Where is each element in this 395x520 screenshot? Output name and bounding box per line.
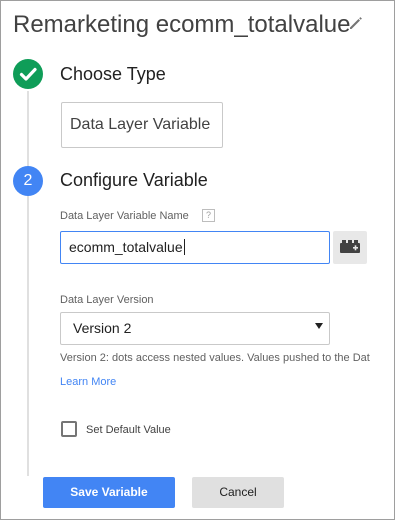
text-caret	[183, 239, 185, 255]
save-variable-button[interactable]: Save Variable	[43, 477, 175, 508]
variable-name-label: Data Layer Variable Name	[60, 210, 189, 222]
variable-editor-panel: Remarketing ecomm_totalvalue Choose Type…	[0, 0, 395, 520]
step1-title[interactable]: Choose Type	[60, 64, 166, 85]
default-value-label[interactable]: Set Default Value	[86, 424, 171, 436]
step2-number-badge: 2	[13, 166, 43, 196]
learn-more-link[interactable]: Learn More	[60, 376, 116, 388]
variable-name-value: ecomm_totalvalue	[69, 239, 183, 255]
version-select[interactable]: Version 2	[60, 312, 330, 345]
dropdown-arrow-icon[interactable]	[315, 323, 323, 329]
help-icon[interactable]: ?	[202, 209, 215, 222]
step2-title: Configure Variable	[60, 170, 208, 190]
version-label: Data Layer Version	[60, 294, 154, 306]
version-hint: Version 2: dots access nested values. Va…	[60, 352, 370, 364]
pencil-icon[interactable]	[348, 15, 364, 31]
variable-title: Remarketing ecomm_totalvalue	[13, 11, 351, 38]
step1-complete-badge	[13, 59, 43, 89]
variable-type-selector[interactable]: Data Layer Variable	[61, 102, 223, 148]
step-connector-line	[27, 91, 29, 476]
variable-picker-icon	[340, 240, 360, 253]
cancel-button[interactable]: Cancel	[192, 477, 284, 508]
default-value-checkbox[interactable]	[61, 421, 77, 437]
insert-variable-button[interactable]	[333, 231, 367, 264]
checkmark-icon	[19, 67, 37, 81]
variable-name-input[interactable]: ecomm_totalvalue	[60, 231, 330, 264]
